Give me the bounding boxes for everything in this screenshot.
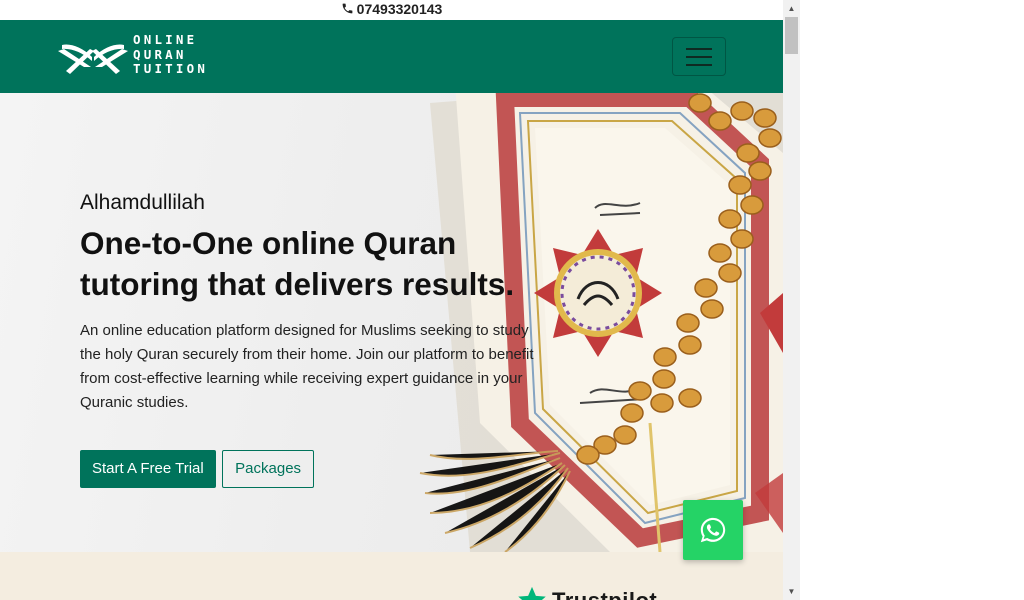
- logo-wordmark: ONLINE QURAN TUITION: [133, 32, 209, 77]
- start-free-trial-button[interactable]: Start A Free Trial: [80, 450, 216, 488]
- hamburger-menu-icon: [686, 48, 712, 50]
- phone-icon: [342, 3, 353, 14]
- whatsapp-icon: [700, 517, 726, 543]
- star-icon: [518, 586, 546, 600]
- packages-button[interactable]: Packages: [222, 450, 315, 488]
- site-logo[interactable]: ONLINE QURAN TUITION: [56, 32, 209, 81]
- contact-bar: 07493320143: [0, 0, 783, 19]
- scroll-down-arrow-icon[interactable]: ▼: [783, 583, 800, 600]
- trustpilot-logo[interactable]: Trustpilot: [516, 585, 657, 600]
- hero-section: Alhamdullilah One-to-One online Quran tu…: [0, 93, 783, 552]
- hero-content: Alhamdullilah One-to-One online Quran tu…: [80, 191, 550, 415]
- open-book-icon: [58, 44, 128, 74]
- logo-line-3: TUITION: [133, 61, 209, 76]
- phone-link[interactable]: 07493320143: [357, 1, 443, 17]
- hamburger-bar: [686, 56, 712, 58]
- page-scrollbar[interactable]: ▲ ▼: [783, 0, 800, 600]
- whatsapp-button[interactable]: [683, 500, 743, 560]
- hero-greeting: Alhamdullilah: [80, 191, 205, 214]
- trustpilot-label: Trustpilot: [552, 588, 657, 600]
- site-header: ONLINE QURAN TUITION: [0, 20, 783, 93]
- desktop-background: [800, 0, 1024, 600]
- hamburger-menu-button[interactable]: [672, 37, 726, 76]
- scroll-up-arrow-icon[interactable]: ▲: [783, 0, 800, 17]
- hero-actions: Start A Free Trial Packages: [80, 450, 315, 488]
- trustpilot-section: Trustpilot: [0, 552, 783, 600]
- scroll-thumb[interactable]: [785, 17, 798, 54]
- hero-description: An online education platform designed fo…: [80, 322, 534, 411]
- logo-line-2: QURAN: [133, 46, 187, 62]
- hero-title: One-to-One online Quran tutoring that de…: [80, 225, 515, 302]
- hamburger-bar: [686, 64, 712, 66]
- logo-line-1: ONLINE: [133, 32, 198, 47]
- browser-viewport: 07493320143 ONLINE QURAN TUITION Alhamdu…: [0, 0, 783, 600]
